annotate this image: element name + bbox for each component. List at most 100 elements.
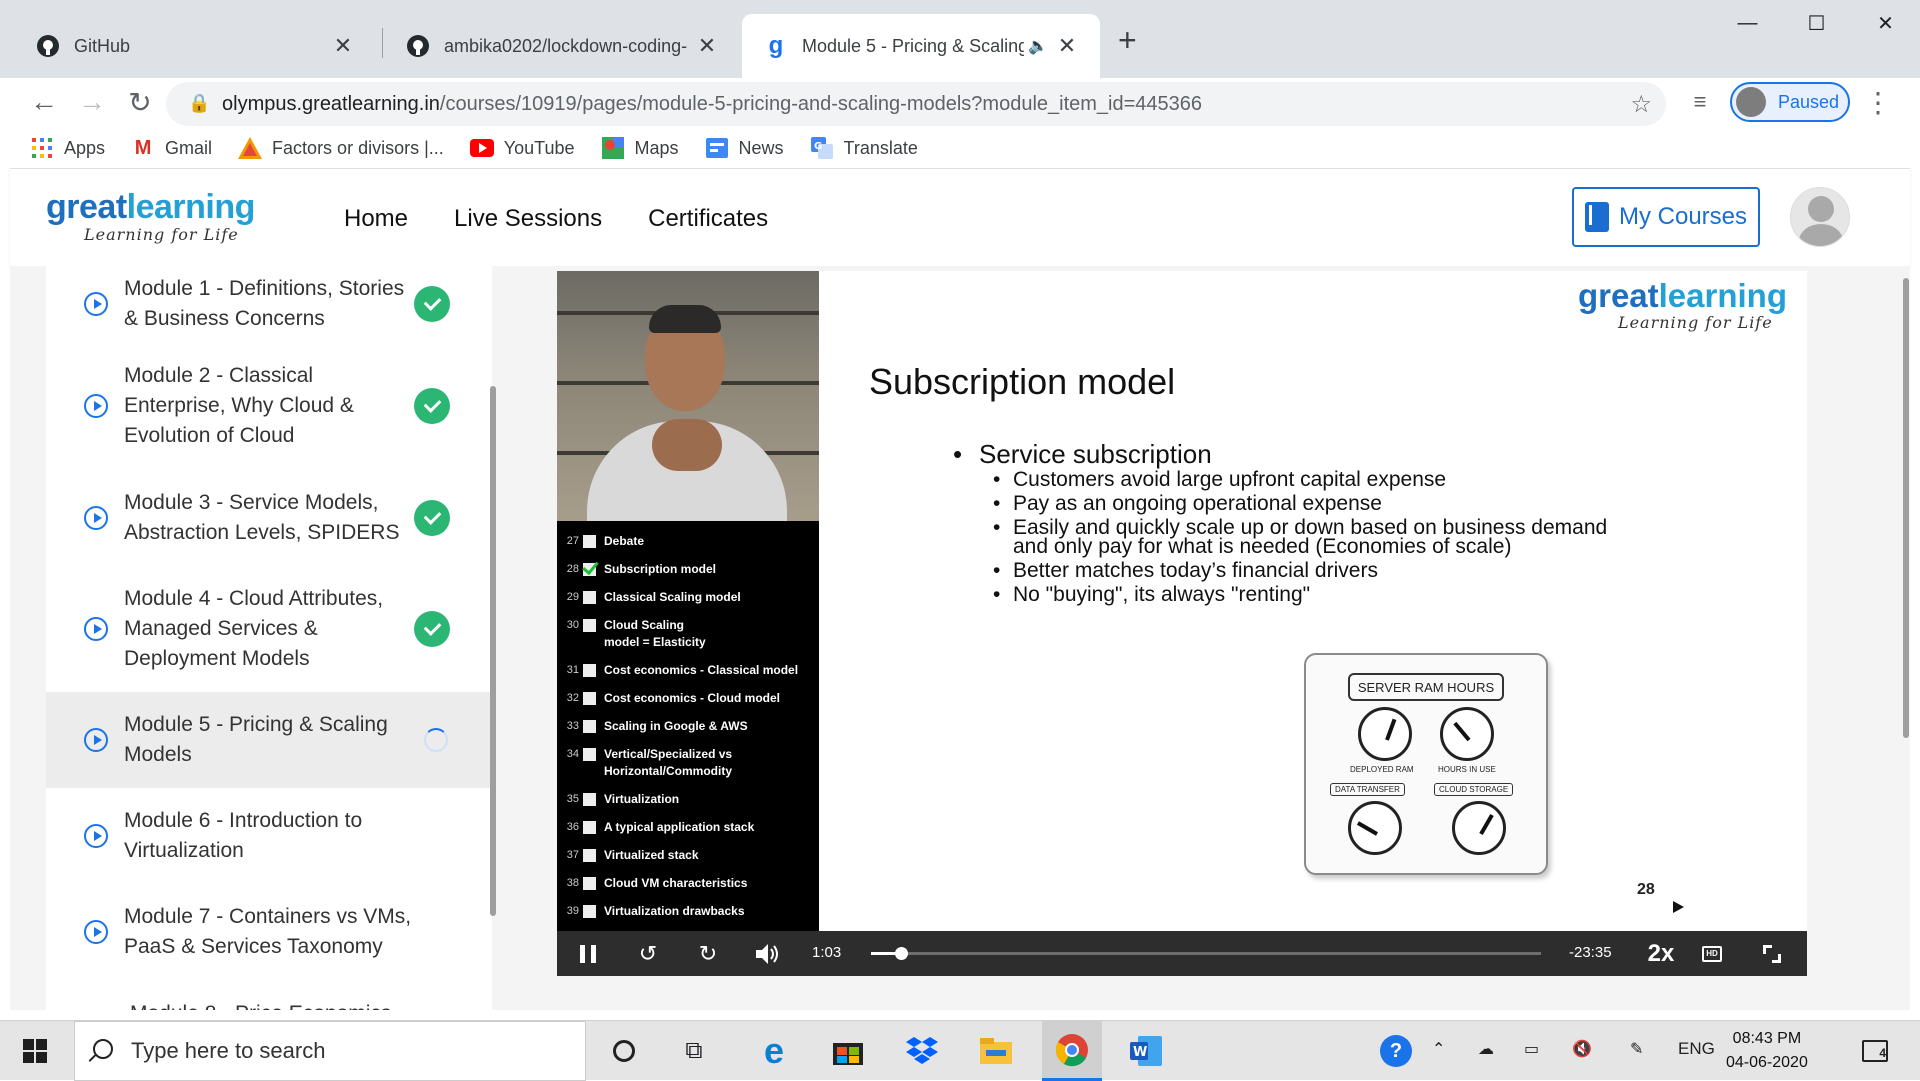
progress-bar[interactable] xyxy=(871,947,1541,960)
edge-icon[interactable]: e xyxy=(744,1021,804,1081)
volume-icon[interactable] xyxy=(753,931,783,976)
speaker-icon[interactable]: 🔈 xyxy=(1028,36,1048,56)
pen-icon[interactable]: ✎ xyxy=(1630,1039,1643,1059)
tab-close-icon[interactable]: ✕ xyxy=(696,33,718,59)
meter-label: DEPLOYED RAM xyxy=(1350,765,1414,774)
module-item-2[interactable]: Module 2 - Classical Enterprise, Why Clo… xyxy=(46,342,492,470)
warning-triangle-icon xyxy=(238,136,263,160)
video-player[interactable]: 27 Debate 28 Subscription model 29 Classica… xyxy=(557,271,1807,976)
tab-separator xyxy=(382,28,383,58)
checkbox-icon xyxy=(583,619,596,632)
mute-speaker-icon[interactable]: 🔇 xyxy=(1572,1039,1592,1059)
progress-knob[interactable] xyxy=(895,947,909,960)
greatlearning-logo[interactable]: greatlearning Learning for Life xyxy=(46,189,255,244)
bookmark-factors[interactable]: Factors or divisors |... xyxy=(238,136,444,160)
play-circle-icon xyxy=(84,394,108,418)
play-circle-icon xyxy=(84,617,108,641)
windows-start-icon[interactable] xyxy=(0,1021,70,1081)
minimize-icon[interactable]: — xyxy=(1713,0,1782,46)
lecture-slide: greatlearning Learning for Life Subscrip… xyxy=(819,271,1807,931)
forward-arrow-icon[interactable]: → xyxy=(72,78,112,126)
topic-item: 29 Classical Scaling model xyxy=(557,589,819,606)
page-scrollbar[interactable] xyxy=(1903,278,1909,738)
close-window-icon[interactable]: ✕ xyxy=(1851,0,1920,46)
media-queue-icon[interactable]: ≡ xyxy=(1680,78,1720,126)
nav-live-sessions[interactable]: Live Sessions xyxy=(454,205,602,233)
browser-tab-github[interactable]: GitHub ✕ xyxy=(14,14,376,78)
bookmark-label: Translate xyxy=(843,137,918,158)
logo-tagline: Learning for Life xyxy=(84,225,239,244)
show-hidden-icons-icon[interactable]: ⌃ xyxy=(1432,1039,1445,1059)
cortana-icon[interactable] xyxy=(594,1021,654,1081)
help-icon[interactable]: ? xyxy=(1376,1021,1416,1081)
word-icon[interactable]: W xyxy=(1116,1021,1176,1081)
module-item-8-partial[interactable]: Module 8 - Price Economics, Data xyxy=(130,1002,420,1010)
nav-certificates[interactable]: Certificates xyxy=(648,205,768,233)
battery-icon[interactable]: ▭ xyxy=(1524,1039,1539,1059)
store-icon[interactable] xyxy=(818,1021,878,1081)
bookmark-maps[interactable]: Maps xyxy=(601,136,679,160)
notification-count: 4 xyxy=(1862,1040,1888,1062)
onedrive-icon[interactable]: ☁ xyxy=(1478,1039,1494,1059)
topic-item: 38 Cloud VM characteristics xyxy=(557,875,819,892)
checkbox-icon xyxy=(583,821,596,834)
my-courses-button[interactable]: My Courses xyxy=(1572,187,1760,247)
module-item-7[interactable]: Module 7 - Containers vs VMs, PaaS & Ser… xyxy=(46,884,492,980)
back-arrow-icon[interactable]: ← xyxy=(24,78,64,126)
browser-tab-strip: GitHub ✕ ambika0202/lockdown-coding- ✕ g… xyxy=(0,0,1920,78)
playback-speed-button[interactable]: 2x xyxy=(1641,931,1681,976)
hd-quality-icon[interactable]: HD xyxy=(1697,931,1727,976)
checkbox-icon xyxy=(583,535,596,548)
bookmark-youtube[interactable]: YouTube xyxy=(469,136,575,160)
dial-gauge-icon xyxy=(1358,707,1412,761)
address-bar[interactable]: 🔒 olympus.greatlearning.in/courses/10919… xyxy=(166,82,1666,126)
sidebar-scrollbar[interactable] xyxy=(490,386,496,916)
system-clock[interactable]: 08:43 PM 04-06-2020 xyxy=(1726,1027,1808,1075)
tab-close-icon[interactable]: ✕ xyxy=(1056,33,1078,59)
tab-title: GitHub xyxy=(74,35,131,56)
dial-gauge-icon xyxy=(1452,801,1506,855)
bookmark-label: YouTube xyxy=(503,137,575,158)
module-item-3[interactable]: Module 3 - Service Models, Abstraction L… xyxy=(46,470,492,566)
pause-icon[interactable] xyxy=(573,931,603,976)
rewind-icon[interactable]: ↺ xyxy=(633,931,663,976)
user-avatar[interactable] xyxy=(1790,187,1850,247)
forward-icon[interactable]: ↻ xyxy=(693,931,723,976)
tab-close-icon[interactable]: ✕ xyxy=(332,33,354,59)
maximize-icon[interactable]: ☐ xyxy=(1782,0,1851,46)
bullet-text: Service subscription xyxy=(979,439,1212,469)
clock-time: 08:43 PM xyxy=(1732,1030,1802,1047)
taskbar-search-box[interactable]: Type here to search xyxy=(74,1021,586,1081)
browser-tab-module5[interactable]: g Module 5 - Pricing & Scaling 🔈 ✕ xyxy=(742,14,1100,78)
nav-home[interactable]: Home xyxy=(344,205,408,233)
bookmark-apps[interactable]: Apps xyxy=(30,136,105,160)
file-explorer-icon[interactable] xyxy=(966,1021,1026,1081)
fullscreen-icon[interactable] xyxy=(1757,931,1787,976)
bookmark-translate[interactable]: G Translate xyxy=(810,136,918,160)
module-item-4[interactable]: Module 4 - Cloud Attributes, Managed Ser… xyxy=(46,566,492,692)
clock-date: 04-06-2020 xyxy=(1726,1054,1808,1071)
topic-label: Debate xyxy=(604,534,645,548)
browser-tab-repo[interactable]: ambika0202/lockdown-coding- ✕ xyxy=(384,14,740,78)
menu-dots-icon[interactable]: ⋮ xyxy=(1858,78,1898,126)
topic-item: 33 Scaling in Google & AWS xyxy=(557,718,819,735)
bookmark-label: Maps xyxy=(634,137,679,158)
module-item-1[interactable]: Module 1 - Definitions, Stories & Busine… xyxy=(46,266,492,342)
chrome-icon[interactable] xyxy=(1042,1021,1102,1081)
elapsed-time: 1:03 xyxy=(812,944,842,961)
language-indicator[interactable]: ENG xyxy=(1678,1039,1715,1059)
module-item-6[interactable]: Module 6 - Introduction to Virtualizatio… xyxy=(46,788,492,884)
bookmark-gmail[interactable]: M Gmail xyxy=(131,136,212,160)
meter-label: DATA TRANSFER xyxy=(1330,783,1405,796)
bookmark-news[interactable]: News xyxy=(705,136,784,160)
reload-icon[interactable]: ↻ xyxy=(120,78,160,126)
topic-label: Classical Scaling model xyxy=(604,590,741,604)
new-tab-button[interactable]: + xyxy=(1118,24,1137,56)
bookmark-star-icon[interactable]: ☆ xyxy=(1630,90,1652,119)
dropbox-icon[interactable] xyxy=(892,1021,952,1081)
profile-button[interactable]: Paused xyxy=(1730,82,1850,122)
module-item-5[interactable]: Module 5 - Pricing & Scaling Models xyxy=(46,692,492,788)
notifications-icon[interactable]: 4 xyxy=(1850,1021,1900,1081)
topic-label: Cost economics - Cloud model xyxy=(604,691,781,705)
task-view-icon[interactable]: ⧉ xyxy=(664,1021,724,1081)
